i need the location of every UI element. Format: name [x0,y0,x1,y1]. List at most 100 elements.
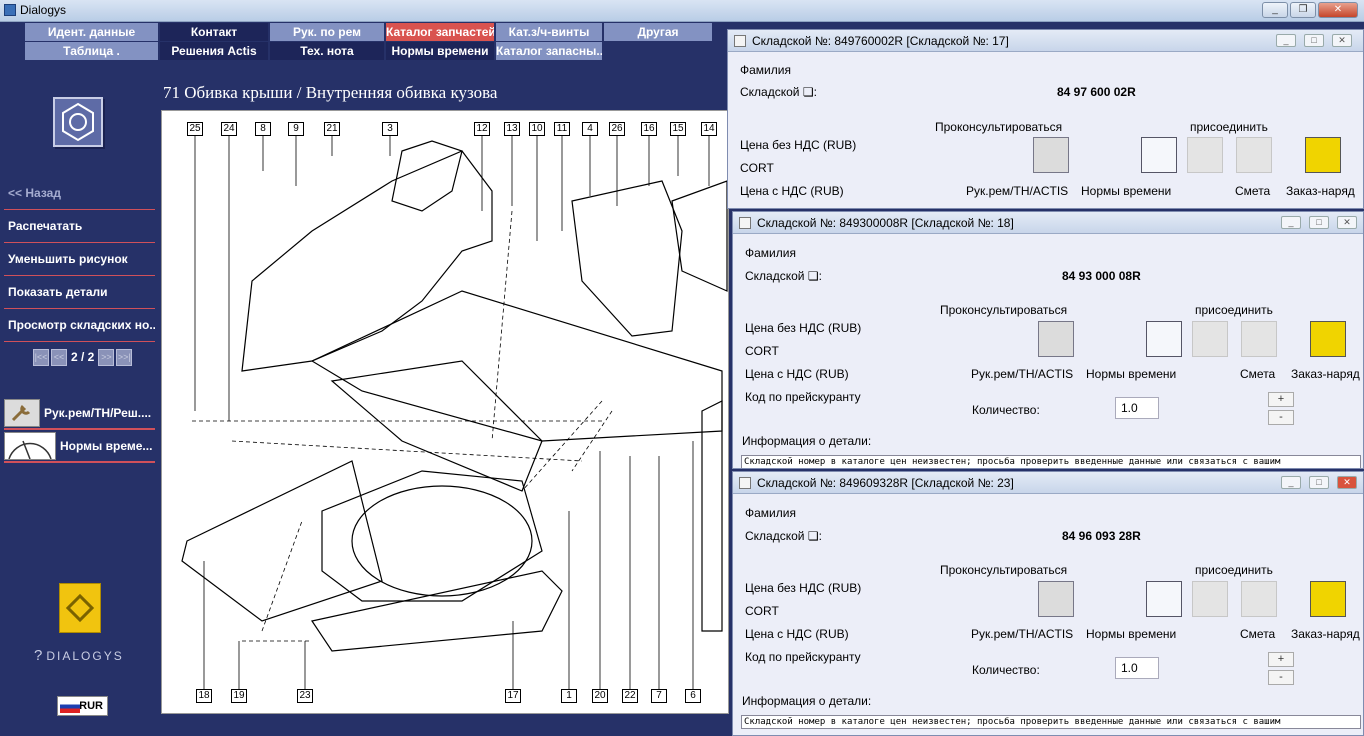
part-info-text[interactable]: Складской номер в каталоге цен неизвесте… [741,455,1361,468]
labor-times-tool[interactable]: Нормы време... [4,431,155,463]
callout-12[interactable]: 12 [474,122,490,136]
callout-20[interactable]: 20 [592,689,608,703]
part-window-17: Складской №: 849760002R [Складской №: 17… [727,29,1364,209]
callout-16[interactable]: 16 [641,122,657,136]
callout-26[interactable]: 26 [609,122,625,136]
exploded-view-drawing [181,135,728,691]
part-info-text[interactable]: Складской номер в каталоге цен неизвесте… [741,715,1361,729]
times-button-label: Нормы времени [1086,367,1177,381]
menu-tech-note[interactable]: Тех. нота [270,42,384,60]
work-order-icon[interactable] [1310,321,1346,357]
wrench-manual-icon [4,399,40,427]
callout-8[interactable]: 8 [255,122,271,136]
menu-contact[interactable]: Контакт [160,23,268,41]
quantity-plus-button[interactable]: + [1268,652,1294,667]
callout-10[interactable]: 10 [529,122,545,136]
cort-label: CORT [740,161,774,175]
callout-13[interactable]: 13 [504,122,520,136]
callout-22[interactable]: 22 [622,689,638,703]
wrench-manual-icon[interactable] [1033,137,1069,173]
clock-gauge-icon[interactable] [1141,137,1177,173]
part-window-title: Складской №: 849609328R [Складской №: 23… [757,476,1014,490]
next-page-button[interactable]: >> [98,349,115,366]
estimate-button-label: Смета [1235,184,1271,198]
parts-diagram[interactable]: 25 24 8 9 21 3 12 13 10 11 4 26 16 15 14… [161,110,729,714]
callout-25[interactable]: 25 [187,122,203,136]
callout-1[interactable]: 1 [561,689,577,703]
show-details-button[interactable]: Показать детали [4,276,155,309]
menu-ident-data[interactable]: Идент. данные [25,23,158,41]
part-number-value: 84 93 000 08R [1062,269,1141,283]
maximize-button[interactable]: ❐ [1290,2,1316,18]
callout-14[interactable]: 14 [701,122,717,136]
part-window-title-bar: Складской №: 849609328R [Складской №: 23… [733,472,1363,494]
callout-19[interactable]: 19 [231,689,247,703]
part-number-value: 84 97 600 02R [1057,85,1136,99]
times-button-label: Нормы времени [1081,184,1172,198]
menu-table[interactable]: Таблица . [25,42,158,60]
menu-actis-solutions[interactable]: Решения Actis [160,42,268,60]
quantity-plus-button[interactable]: + [1268,392,1294,407]
close-button[interactable]: ✕ [1337,476,1357,489]
maximize-button[interactable]: □ [1309,216,1329,229]
callout-21[interactable]: 21 [324,122,340,136]
minimize-button[interactable]: _ [1281,476,1301,489]
top-menu-row-2: Таблица . Решения Actis Тех. нота Нормы … [25,42,602,60]
back-button[interactable]: << Назад [4,177,155,210]
menu-labor-times[interactable]: Нормы времени [386,42,494,60]
callout-24[interactable]: 24 [221,122,237,136]
clock-gauge-icon [4,432,56,460]
menu-spare-parts-catalog[interactable]: Каталог запасны... [496,42,602,60]
last-page-button[interactable]: >>| [116,349,133,366]
consult-label: Проконсультироваться [940,303,1068,317]
callout-23[interactable]: 23 [297,689,313,703]
price-no-vat-label: Цена без НДС (RUB) [745,321,862,335]
currency-label: RUR [79,700,103,712]
maximize-button[interactable]: □ [1304,34,1324,47]
callout-9[interactable]: 9 [288,122,304,136]
menu-repair-manual[interactable]: Рук. по рем [270,23,384,41]
menu-parts-catalog[interactable]: Каталог запчастей [386,23,494,41]
callout-6[interactable]: 6 [685,689,701,703]
currency-button[interactable]: RUR [57,696,108,716]
view-part-numbers-button[interactable]: Просмотр складских но... [4,309,155,342]
callout-17[interactable]: 17 [505,689,521,703]
first-page-button[interactable]: |<< [33,349,49,366]
close-button[interactable]: ✕ [1318,2,1358,18]
print-button[interactable]: Распечатать [4,210,155,243]
wrench-manual-icon[interactable] [1038,321,1074,357]
close-button[interactable]: ✕ [1332,34,1352,47]
callout-4[interactable]: 4 [582,122,598,136]
callout-11[interactable]: 11 [554,122,570,136]
maximize-button[interactable]: □ [1309,476,1329,489]
callout-3[interactable]: 3 [382,122,398,136]
part-info-label: Информация о детали: [742,694,872,708]
prev-page-button[interactable]: << [51,349,67,366]
menu-other[interactable]: Другая [604,23,712,41]
quantity-minus-button[interactable]: - [1268,410,1294,425]
clock-gauge-icon[interactable] [1146,581,1182,617]
repair-manual-tool[interactable]: Рук.рем/ТН/Реш.... [4,398,155,430]
callout-7[interactable]: 7 [651,689,667,703]
price-code-label: Код по прейскуранту [745,390,861,404]
quantity-field[interactable]: 1.0 [1115,397,1159,419]
quantity-field[interactable]: 1.0 [1115,657,1159,679]
clock-gauge-icon[interactable] [1146,321,1182,357]
minimize-button[interactable]: _ [1262,2,1288,18]
attach-label: присоединить [1195,563,1273,577]
callout-18[interactable]: 18 [196,689,212,703]
price-vat-label: Цена с НДС (RUB) [745,367,849,381]
attach-disabled-icon [1187,137,1223,173]
estimate-button-label: Смета [1240,627,1276,641]
minimize-button[interactable]: _ [1281,216,1301,229]
menu-screws-catalog[interactable]: Кат.з/ч-винты [496,23,602,41]
shrink-image-button[interactable]: Уменьшить рисунок [4,243,155,276]
work-order-icon[interactable] [1310,581,1346,617]
work-order-icon[interactable] [1305,137,1341,173]
close-button[interactable]: ✕ [1337,216,1357,229]
minimize-button[interactable]: _ [1276,34,1296,47]
quantity-minus-button[interactable]: - [1268,670,1294,685]
java-icon [734,35,746,47]
callout-15[interactable]: 15 [670,122,686,136]
wrench-manual-icon[interactable] [1038,581,1074,617]
